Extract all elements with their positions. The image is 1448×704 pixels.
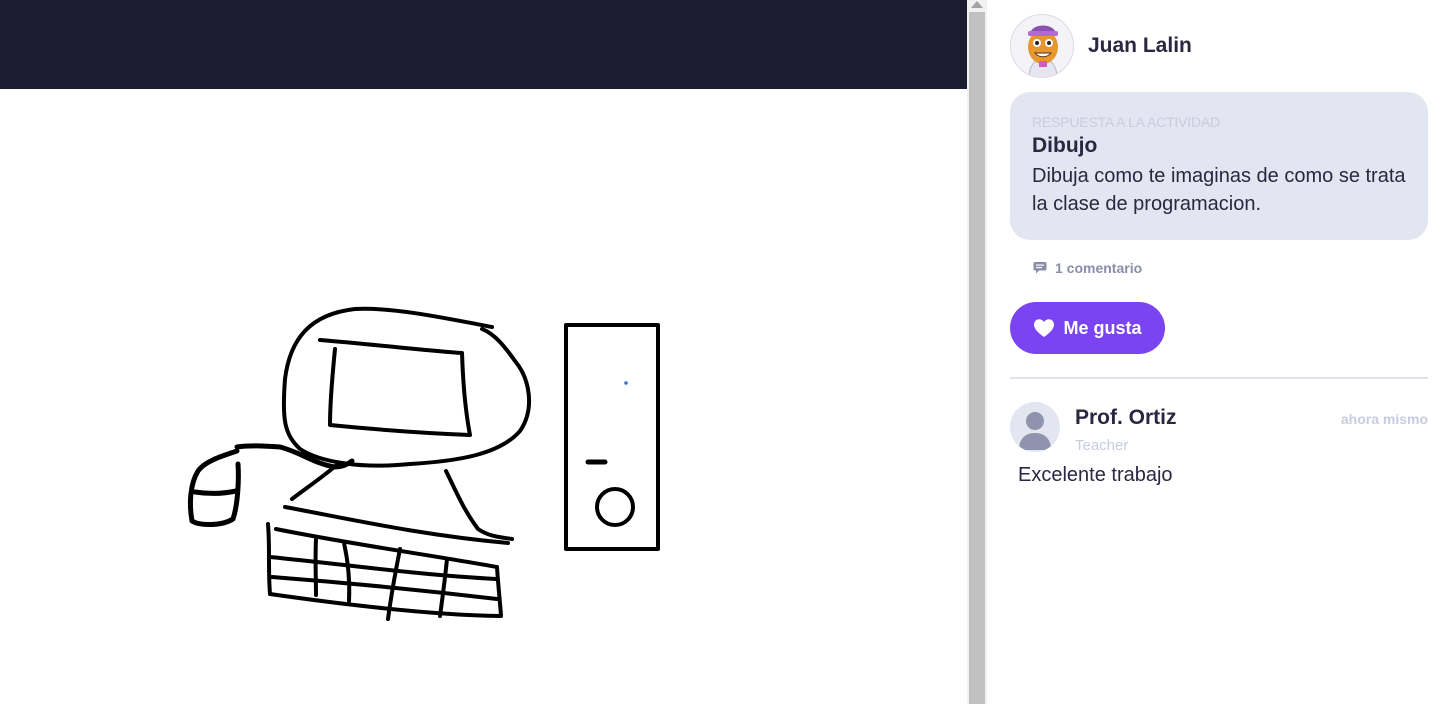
person-silhouette-icon — [1019, 412, 1051, 450]
panel-scrollbar[interactable] — [967, 0, 987, 704]
computer-drawing — [187, 306, 660, 621]
comment-author-role: Teacher — [1075, 437, 1129, 454]
comment-count[interactable]: 1 comentario — [1033, 260, 1142, 276]
activity-card: RESPUESTA A LA ACTIVIDAD Dibujo Dibuja c… — [1010, 92, 1428, 240]
heart-icon — [1034, 319, 1055, 337]
activity-description: Dibuja como te imaginas de como se trata… — [1032, 165, 1406, 215]
scroll-up-arrow-icon[interactable] — [971, 1, 983, 8]
author-name[interactable]: Juan Lalin — [1088, 34, 1192, 58]
divider — [1010, 377, 1428, 379]
drawing-viewer — [0, 0, 967, 704]
monster-avatar-icon — [1011, 15, 1073, 77]
comment-timestamp: ahora mismo — [1340, 411, 1428, 427]
comment-text: Excelente trabajo — [1018, 464, 1173, 486]
commenter-avatar — [1010, 402, 1060, 452]
student-drawing — [0, 89, 967, 704]
like-button[interactable]: Me gusta — [1010, 302, 1165, 354]
like-button-label: Me gusta — [1063, 317, 1142, 338]
post-viewer: Juan Lalin RESPUESTA A LA ACTIVIDAD Dibu… — [0, 0, 1448, 704]
activity-kicker: RESPUESTA A LA ACTIVIDAD — [1032, 114, 1220, 130]
viewer-header-bar — [0, 0, 967, 89]
post-details-panel: Juan Lalin RESPUESTA A LA ACTIVIDAD Dibu… — [987, 0, 1448, 704]
comment-count-label: 1 comentario — [1055, 260, 1143, 276]
comment-author[interactable]: Prof. Ortiz — [1075, 406, 1177, 430]
scrollbar-thumb[interactable] — [969, 12, 985, 704]
post-author: Juan Lalin — [1010, 14, 1192, 78]
activity-title: Dibujo — [1032, 134, 1098, 157]
author-avatar — [1010, 14, 1074, 78]
speech-bubble-icon — [1033, 262, 1047, 274]
